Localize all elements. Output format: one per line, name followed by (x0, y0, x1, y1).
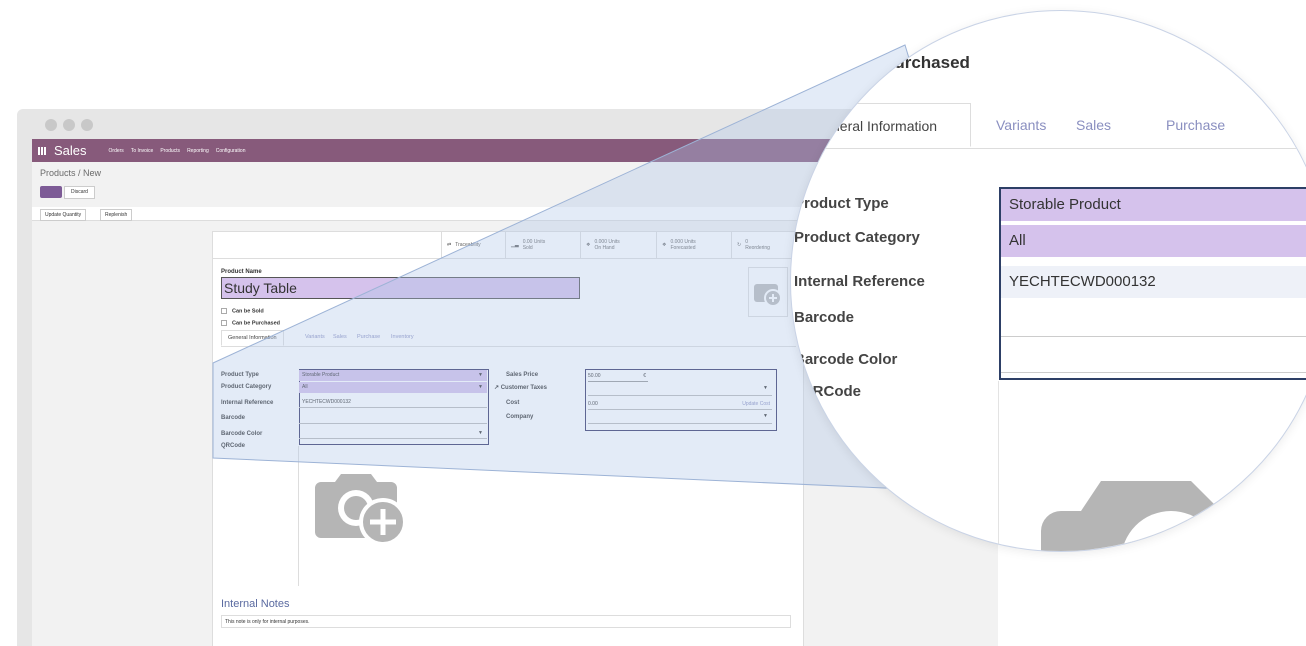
magnified-tab-sales[interactable]: Sales (1076, 117, 1111, 133)
magnified-product-category-select[interactable]: All (1001, 225, 1306, 257)
magnified-product-category-label: Product Category (794, 229, 920, 246)
camera-plus-icon (1041, 481, 1271, 551)
magnified-barcode-color-label: Barcode Color (794, 351, 898, 368)
magnified-barcode-label: Barcode (794, 309, 855, 326)
magnified-tab-variants[interactable]: Variants (996, 117, 1046, 133)
magnified-tab-general-information[interactable]: neral Information (791, 103, 971, 147)
magnified-tab-purchase[interactable]: Purchase (1166, 117, 1225, 133)
magnified-barcode-color-select[interactable] (1001, 341, 1306, 373)
magnified-divider (998, 381, 999, 551)
magnified-product-type-select[interactable]: Storable Product (1001, 189, 1306, 221)
magnified-tabs: neral Information Variants Sales Purchas… (791, 103, 1306, 149)
magnified-qrcode-label: QRCode (801, 383, 861, 400)
magnified-internal-reference-label: Internal Reference (794, 273, 925, 290)
magnified-barcode-input[interactable] (1001, 303, 1306, 337)
magnified-internal-reference-input[interactable]: YECHTECWD000132 (1001, 266, 1306, 298)
magnified-content: Purchased neral Information Variants Sal… (791, 11, 1306, 551)
magnified-can-be-purchased: Purchased (883, 53, 970, 72)
magnified-camera-icon (1041, 441, 1281, 551)
magnifier-lens: Purchased neral Information Variants Sal… (790, 10, 1306, 552)
magnified-product-type-label: Product Type (794, 195, 889, 212)
